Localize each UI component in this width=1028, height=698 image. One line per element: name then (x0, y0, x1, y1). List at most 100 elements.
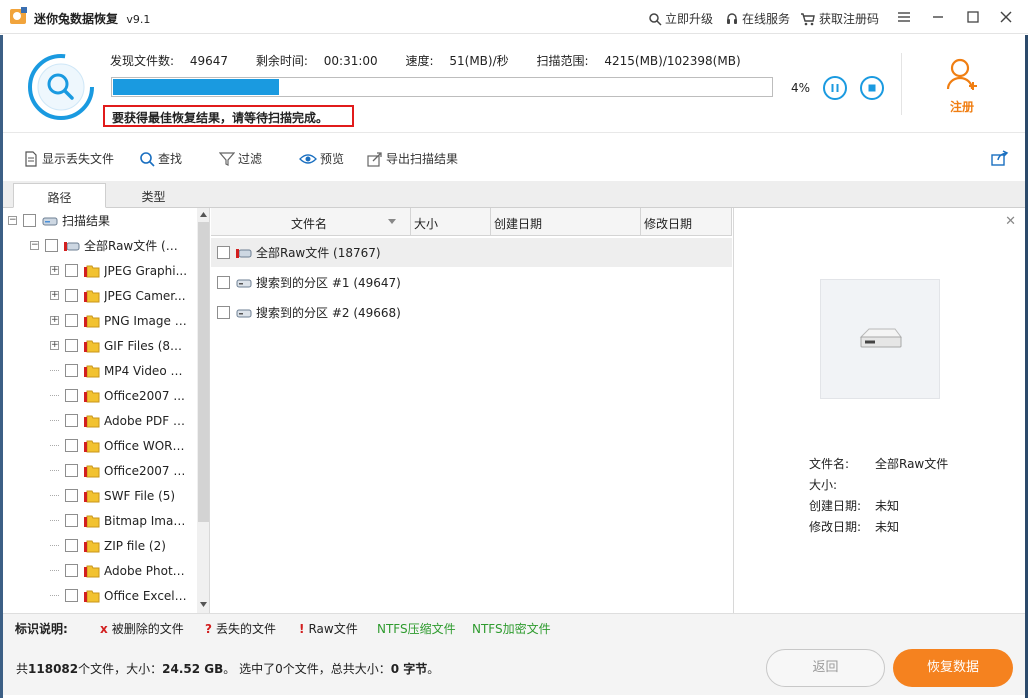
checkbox[interactable] (23, 214, 36, 227)
register-button[interactable]: 注册 (941, 57, 983, 117)
checkbox[interactable] (217, 306, 230, 319)
app-title: 迷你兔数据恢复 v9.1 (34, 12, 151, 26)
menu-button[interactable] (893, 6, 915, 28)
toolbar: 显示丢失文件 查找 过滤 预览 导出扫描结果 (3, 143, 1025, 173)
maximize-button[interactable] (962, 6, 984, 28)
tree-item[interactable]: Bitmap Imag... (50, 508, 188, 533)
tab-path[interactable]: 路径 (13, 183, 106, 208)
tree-item[interactable]: MP4 Video Fi... (50, 358, 188, 383)
expand-icon[interactable]: + (50, 341, 59, 350)
tab-type[interactable]: 类型 (107, 183, 200, 208)
folder-icon (84, 340, 100, 352)
minimize-button[interactable] (927, 6, 949, 28)
tree-connector (50, 445, 59, 446)
folder-icon (84, 465, 100, 477)
filter-button[interactable]: 过滤 (219, 150, 262, 167)
document-icon (25, 150, 37, 167)
folder-icon (84, 565, 100, 577)
legend-bar: 标识说明: x 被删除的文件 ? 丢失的文件 ! Raw文件 NTFS压缩文件 NTF… (3, 613, 1025, 641)
upgrade-link[interactable]: 立即升级 (648, 10, 713, 27)
tree-scrollbar[interactable] (197, 208, 209, 613)
tree-item[interactable]: Office2007 ... (50, 383, 185, 408)
checkbox[interactable] (65, 264, 78, 277)
checkbox[interactable] (65, 364, 78, 377)
show-lost-files-button[interactable]: 显示丢失文件 (23, 150, 114, 167)
column-header-created[interactable]: 创建日期 (491, 208, 641, 236)
headset-icon (727, 12, 737, 24)
file-row[interactable]: 搜索到的分区 #2 (49668) (211, 298, 732, 327)
expand-icon[interactable]: + (50, 266, 59, 275)
close-button[interactable] (995, 6, 1017, 28)
find-button[interactable]: 查找 (139, 150, 182, 167)
tree-item[interactable]: + JPEG Camer... (50, 283, 186, 308)
tree-item[interactable]: + JPEG Graphi... (50, 258, 187, 283)
folder-icon (84, 515, 100, 527)
recover-button[interactable]: 恢复数据 (893, 649, 1013, 687)
checkbox[interactable] (65, 564, 78, 577)
checkbox[interactable] (65, 439, 78, 452)
scan-progress-fill (113, 79, 279, 95)
preview-created-label: 创建日期: (809, 499, 862, 513)
back-button[interactable]: 返回 (766, 649, 885, 687)
tree-item[interactable]: Adobe Photo... (50, 558, 188, 583)
checkbox[interactable] (65, 289, 78, 302)
raw-mark-icon: ! (299, 622, 305, 636)
export-results-button[interactable]: 导出扫描结果 (367, 150, 458, 167)
scroll-up-icon[interactable] (199, 211, 208, 218)
tree-item[interactable]: Office Excel ... (50, 583, 188, 608)
tree-item[interactable]: Office2007 E... (50, 458, 188, 483)
stop-button[interactable] (860, 76, 884, 100)
file-row[interactable]: 全部Raw文件 (18767) (211, 238, 732, 267)
checkbox[interactable] (217, 246, 230, 259)
close-preview-icon[interactable]: ✕ (1005, 214, 1016, 229)
expand-icon[interactable]: + (50, 291, 59, 300)
column-header-size[interactable]: 大小 (411, 208, 491, 236)
tree-connector (50, 470, 59, 471)
title-bar: 迷你兔数据恢复 v9.1 立即升级 在线服务 获取注册码 (0, 0, 1028, 34)
tree-item[interactable]: Adobe PDF fi... (50, 408, 188, 433)
checkbox[interactable] (45, 239, 58, 252)
folder-icon (84, 365, 100, 377)
preview-button[interactable]: 预览 (299, 150, 344, 167)
file-list: 文件名 大小 创建日期 修改日期 全部Raw文件 (18767) 搜索到的分区 … (211, 208, 732, 613)
checkbox[interactable] (65, 389, 78, 402)
checkbox[interactable] (65, 464, 78, 477)
tree-item[interactable]: ZIP file (2) (50, 533, 166, 558)
collapse-icon[interactable]: − (8, 216, 17, 225)
column-header-name[interactable]: 文件名 (211, 208, 411, 236)
tree-scroll-thumb[interactable] (198, 222, 209, 522)
file-row[interactable]: 搜索到的分区 #1 (49647) (211, 268, 732, 297)
column-header-modified[interactable]: 修改日期 (641, 208, 732, 236)
checkbox[interactable] (217, 276, 230, 289)
tree-item[interactable]: SWF File (5) (50, 483, 175, 508)
tree-root[interactable]: − 扫描结果 (8, 208, 110, 233)
pause-button[interactable] (823, 76, 847, 100)
collapse-icon[interactable]: − (30, 241, 39, 250)
drive-icon (42, 217, 58, 225)
tree-connector (50, 520, 59, 521)
checkbox[interactable] (65, 339, 78, 352)
checkbox[interactable] (65, 539, 78, 552)
checkbox[interactable] (65, 314, 78, 327)
tree-connector (50, 495, 59, 496)
eye-icon (299, 153, 317, 164)
tree-item[interactable]: + PNG Image (... (50, 308, 188, 333)
legend-title: 标识说明: (15, 622, 68, 636)
tree-item-raw-root[interactable]: − 全部Raw文件 (1... (30, 233, 184, 258)
deleted-mark-icon: x (100, 622, 108, 636)
scroll-down-icon[interactable] (199, 601, 208, 608)
online-service-link[interactable]: 在线服务 (725, 10, 790, 27)
expand-icon[interactable]: + (50, 316, 59, 325)
scan-warning-message: 要获得最佳恢复结果，请等待扫描完成。 (103, 105, 354, 127)
preview-name-value: 全部Raw文件 (875, 457, 949, 471)
checkbox[interactable] (65, 589, 78, 602)
raw-files-icon (236, 248, 252, 258)
preview-thumbnail (820, 279, 940, 399)
tree-item[interactable]: + GIF Files (815) (50, 333, 188, 358)
get-code-link[interactable]: 获取注册码 (800, 10, 879, 27)
checkbox[interactable] (65, 489, 78, 502)
checkbox[interactable] (65, 414, 78, 427)
tree-item[interactable]: Office WORD... (50, 433, 188, 458)
checkbox[interactable] (65, 514, 78, 527)
share-button[interactable] (991, 150, 1009, 166)
